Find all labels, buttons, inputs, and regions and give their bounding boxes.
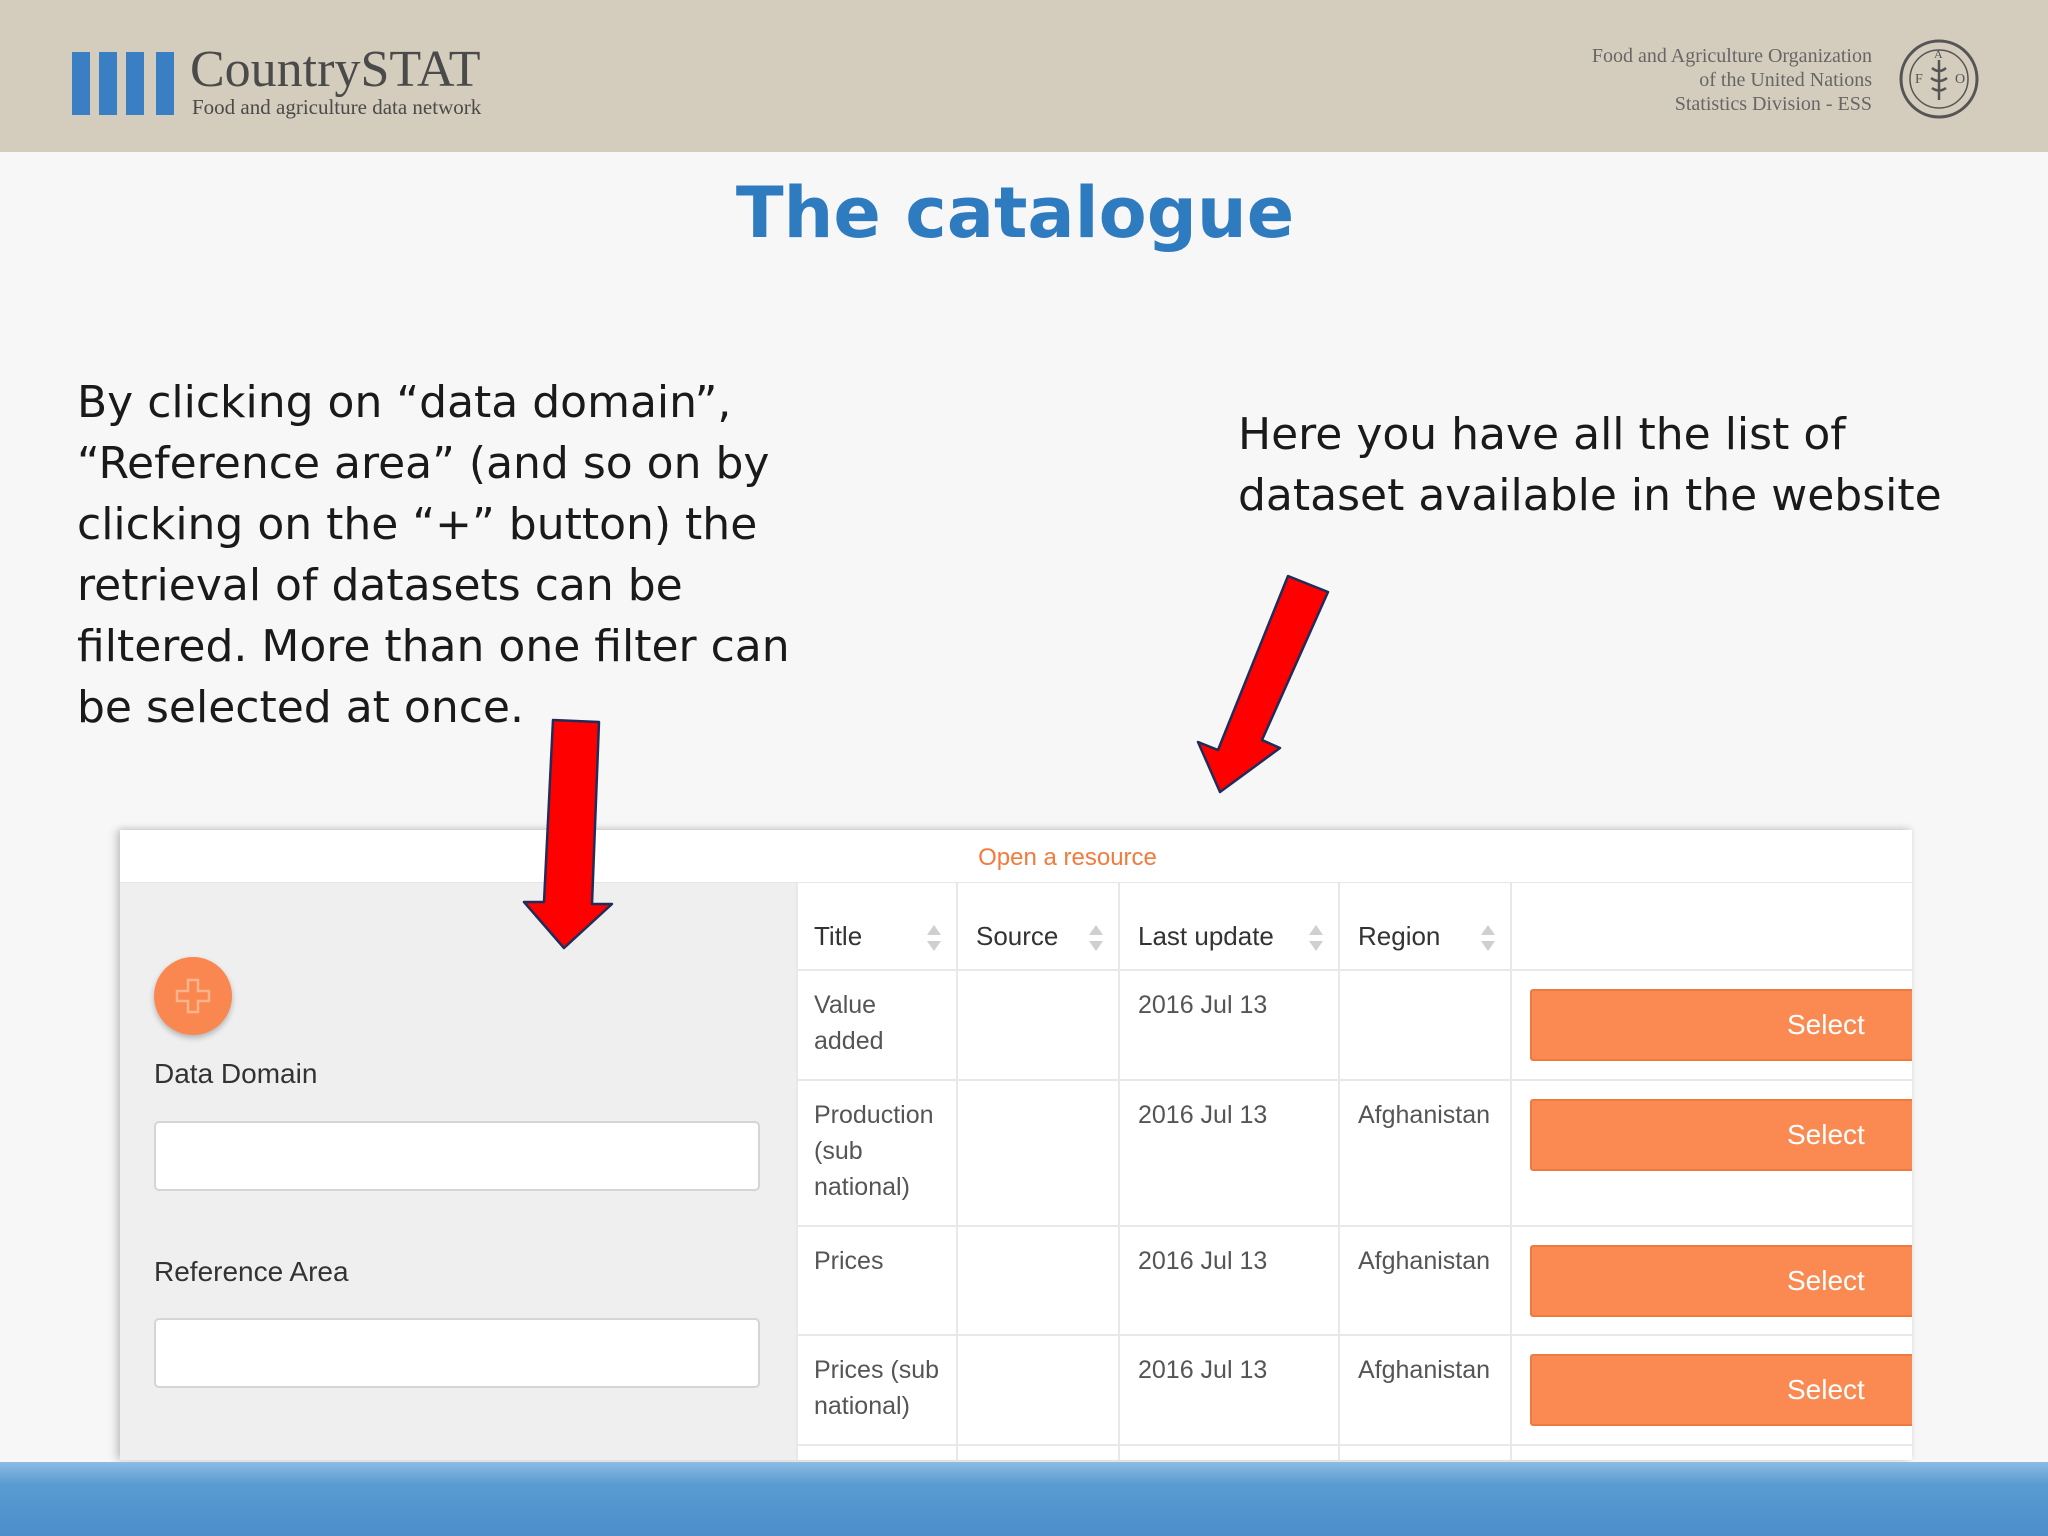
cell-last-update: 2016 Jul 13 bbox=[1138, 1101, 1268, 1129]
select-button[interactable]: Select bbox=[1530, 989, 1912, 1061]
slide-title: The catalogue bbox=[735, 172, 1295, 254]
catalogue-header: Open a resource bbox=[120, 830, 1912, 883]
svg-text:A: A bbox=[1934, 47, 1943, 61]
select-button[interactable]: Select bbox=[1530, 1354, 1912, 1426]
brand-name: CountrySTAT bbox=[190, 41, 481, 98]
add-filter-button[interactable] bbox=[154, 957, 232, 1035]
reference-area-label: Reference Area bbox=[154, 1256, 349, 1287]
down-arrow-icon bbox=[522, 718, 614, 950]
organization-name: Food and Agriculture Organization of the… bbox=[1452, 44, 1872, 116]
org-line-2: of the United Nations bbox=[1699, 69, 1872, 91]
cell-last-update: 2016 Jul 13 bbox=[1138, 991, 1268, 1019]
cell-region: Afghanistan bbox=[1358, 1356, 1491, 1384]
cell-title: Prices bbox=[814, 1247, 884, 1275]
data-domain-input[interactable] bbox=[154, 1121, 760, 1191]
slide-footer bbox=[0, 1462, 2048, 1536]
cell-region: Afghanistan bbox=[1358, 1101, 1491, 1129]
sort-icon[interactable] bbox=[1308, 923, 1324, 953]
svg-text:O: O bbox=[1955, 72, 1965, 87]
reference-area-input[interactable] bbox=[154, 1318, 760, 1388]
svg-text:F: F bbox=[1915, 72, 1923, 87]
right-explanation-text: Here you have all the list of dataset av… bbox=[1238, 409, 1942, 521]
column-header-title[interactable]: Title bbox=[814, 921, 862, 952]
cell-title: Value added bbox=[814, 991, 884, 1055]
cell-region: Afghanistan bbox=[1358, 1247, 1491, 1275]
cell-last-update: 2016 Jul 13 bbox=[1138, 1247, 1268, 1275]
column-header-last-update[interactable]: Last update bbox=[1138, 921, 1274, 952]
dataset-table: Title Source Last update Region Value ad… bbox=[796, 883, 1912, 1460]
org-line-1: Food and Agriculture Organization bbox=[1591, 45, 1872, 67]
cell-title: Production (sub national) bbox=[814, 1101, 934, 1201]
brand-tagline: Food and agriculture data network bbox=[192, 95, 482, 119]
sort-icon[interactable] bbox=[1480, 923, 1496, 953]
open-resource-heading: Open a resource bbox=[978, 844, 1157, 871]
column-header-region[interactable]: Region bbox=[1358, 921, 1440, 952]
diagonal-arrow-icon bbox=[1196, 574, 1330, 794]
column-header-source[interactable]: Source bbox=[976, 921, 1058, 952]
cell-title: Prices (sub national) bbox=[814, 1356, 940, 1420]
countrystat-logo-icon bbox=[72, 52, 174, 115]
filter-panel: Data Domain Reference Area bbox=[120, 883, 796, 1460]
sort-icon[interactable] bbox=[926, 923, 942, 953]
slide-header: CountrySTAT Food and agriculture data ne… bbox=[0, 0, 2048, 152]
fao-emblem-icon: F O A bbox=[1899, 39, 1979, 119]
select-button[interactable]: Select bbox=[1530, 1245, 1912, 1317]
org-line-3: Statistics Division - ESS bbox=[1674, 93, 1872, 115]
catalogue-screenshot: Open a resource Data Domain Reference Ar… bbox=[120, 830, 1912, 1460]
left-explanation-text: By clicking on “data domain”, “Reference… bbox=[77, 377, 790, 733]
select-button[interactable]: Select bbox=[1530, 1099, 1912, 1171]
data-domain-label: Data Domain bbox=[154, 1058, 318, 1089]
sort-icon[interactable] bbox=[1088, 923, 1104, 953]
plus-icon bbox=[175, 978, 211, 1014]
cell-last-update: 2016 Jul 13 bbox=[1138, 1356, 1268, 1384]
